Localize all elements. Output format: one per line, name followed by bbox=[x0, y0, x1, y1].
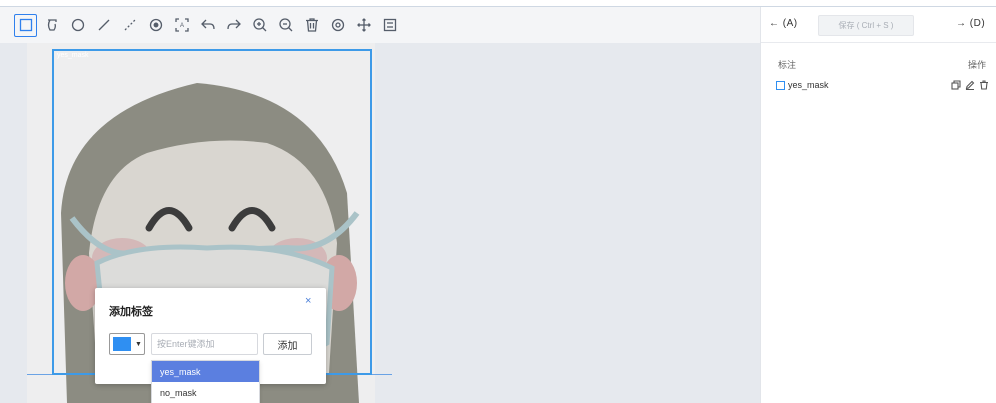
annotation-column-header: 标注 bbox=[778, 60, 797, 70]
point-tool-button[interactable] bbox=[144, 14, 167, 37]
annotation-list-item[interactable]: yes_mask bbox=[776, 77, 989, 93]
next-image-button[interactable]: → (D) bbox=[956, 18, 985, 29]
bounding-box-label: yes_mask bbox=[57, 52, 89, 59]
dashed-line-icon bbox=[124, 19, 135, 31]
show-hide-button[interactable] bbox=[326, 14, 349, 37]
point-icon bbox=[149, 18, 162, 32]
auto-label-tool-button[interactable]: A bbox=[170, 14, 193, 37]
edit-icon[interactable] bbox=[965, 80, 975, 90]
annotation-side-panel: ← (A) 保存 ( Ctrl + S ) → (D) 标注 操作 yes_ma… bbox=[761, 7, 996, 403]
previous-image-button[interactable]: ← (A) bbox=[769, 18, 798, 29]
dialog-title: 添加标签 bbox=[109, 306, 153, 318]
annotation-actions bbox=[951, 80, 989, 90]
label-name-input[interactable] bbox=[151, 333, 258, 355]
zoom-out-icon bbox=[278, 18, 292, 32]
undo-icon bbox=[200, 19, 215, 30]
auto-label-icon: A bbox=[174, 18, 189, 32]
save-button[interactable]: 保存 ( Ctrl + S ) bbox=[818, 15, 914, 36]
zoom-in-button[interactable] bbox=[248, 14, 271, 37]
redo-button[interactable] bbox=[222, 14, 245, 37]
circle-tool-button[interactable] bbox=[66, 14, 89, 37]
dropdown-option-no-mask[interactable]: no_mask bbox=[152, 382, 259, 403]
move-button[interactable] bbox=[352, 14, 375, 37]
close-icon[interactable]: × bbox=[305, 295, 311, 307]
navigation-row: ← (A) 保存 ( Ctrl + S ) → (D) bbox=[761, 7, 996, 43]
label-suggestion-dropdown: yes_mask no_mask bbox=[151, 360, 260, 403]
trash-icon[interactable] bbox=[979, 80, 989, 90]
target-icon bbox=[331, 18, 344, 32]
polygon-tool-button[interactable] bbox=[40, 14, 63, 37]
zoom-out-button[interactable] bbox=[274, 14, 297, 37]
move-icon bbox=[356, 18, 371, 32]
color-swatch bbox=[113, 337, 131, 351]
circle-icon bbox=[71, 18, 84, 32]
zoom-in-icon bbox=[252, 18, 266, 32]
fit-screen-button[interactable] bbox=[378, 14, 401, 37]
line-tool-button[interactable] bbox=[92, 14, 115, 37]
annotation-toolbar: A bbox=[0, 7, 760, 43]
redo-icon bbox=[226, 19, 241, 30]
annotation-color-swatch bbox=[776, 80, 785, 90]
operation-column-header: 操作 bbox=[968, 60, 987, 70]
trash-icon bbox=[305, 18, 318, 32]
polygon-icon bbox=[47, 19, 57, 31]
line-icon bbox=[98, 19, 109, 31]
rectangle-tool-button[interactable] bbox=[14, 13, 37, 37]
caret-down-icon: ▼ bbox=[135, 340, 142, 348]
dropdown-option-yes-mask[interactable]: yes_mask bbox=[152, 361, 259, 382]
fit-screen-icon bbox=[383, 18, 396, 32]
color-picker-button[interactable]: ▼ bbox=[109, 333, 145, 355]
svg-text:A: A bbox=[180, 23, 184, 29]
polyline-tool-button[interactable] bbox=[118, 14, 141, 37]
undo-button[interactable] bbox=[196, 14, 219, 37]
delete-button[interactable] bbox=[300, 14, 323, 37]
add-label-button[interactable]: 添加 bbox=[263, 333, 312, 355]
rectangle-icon bbox=[19, 18, 32, 32]
copy-icon[interactable] bbox=[951, 80, 961, 90]
annotation-name: yes_mask bbox=[788, 80, 829, 90]
